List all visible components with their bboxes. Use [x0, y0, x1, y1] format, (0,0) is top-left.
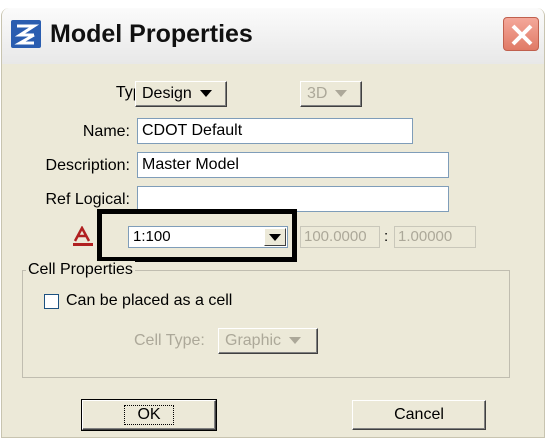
description-field[interactable]: Master Model — [137, 152, 449, 178]
cell-properties-group — [22, 270, 510, 378]
ref-logical-label: Ref Logical: — [45, 191, 131, 208]
dimension-value: 3D — [307, 85, 328, 102]
chevron-down-icon — [335, 90, 348, 98]
dimension-dropdown: 3D — [300, 81, 362, 107]
scale-right-field: 1.00000 — [394, 226, 476, 248]
place-as-cell-checkbox[interactable] — [44, 294, 59, 309]
scale-separator: : — [384, 228, 389, 245]
name-field[interactable]: CDOT Default — [137, 118, 413, 144]
annotation-scale-icon — [73, 226, 93, 246]
ok-button-label: OK — [124, 405, 174, 425]
cell-type-dropdown: Graphic — [218, 328, 318, 354]
close-icon — [511, 24, 533, 46]
cell-type-value: Graphic — [225, 332, 282, 349]
scale-left-field: 100.0000 — [300, 226, 380, 248]
chevron-down-icon — [289, 337, 302, 345]
cell-type-label: Cell Type: — [134, 332, 205, 349]
place-as-cell-label: Can be placed as a cell — [66, 292, 233, 309]
close-button[interactable] — [503, 17, 539, 51]
chevron-down-icon — [199, 90, 212, 98]
dialog-title: Model Properties — [50, 20, 253, 48]
description-label: Description: — [45, 157, 130, 174]
type-dropdown[interactable]: Design — [135, 81, 227, 107]
app-icon — [11, 20, 41, 48]
cell-properties-title: Cell Properties — [26, 261, 135, 279]
name-label: Name: — [82, 123, 130, 140]
annotation-scale-highlight-box — [97, 209, 297, 262]
ok-button[interactable]: OK — [81, 399, 217, 431]
title-bar: Model Properties — [2, 8, 544, 64]
cancel-button[interactable]: Cancel — [352, 400, 486, 430]
type-value: Design — [142, 85, 192, 102]
